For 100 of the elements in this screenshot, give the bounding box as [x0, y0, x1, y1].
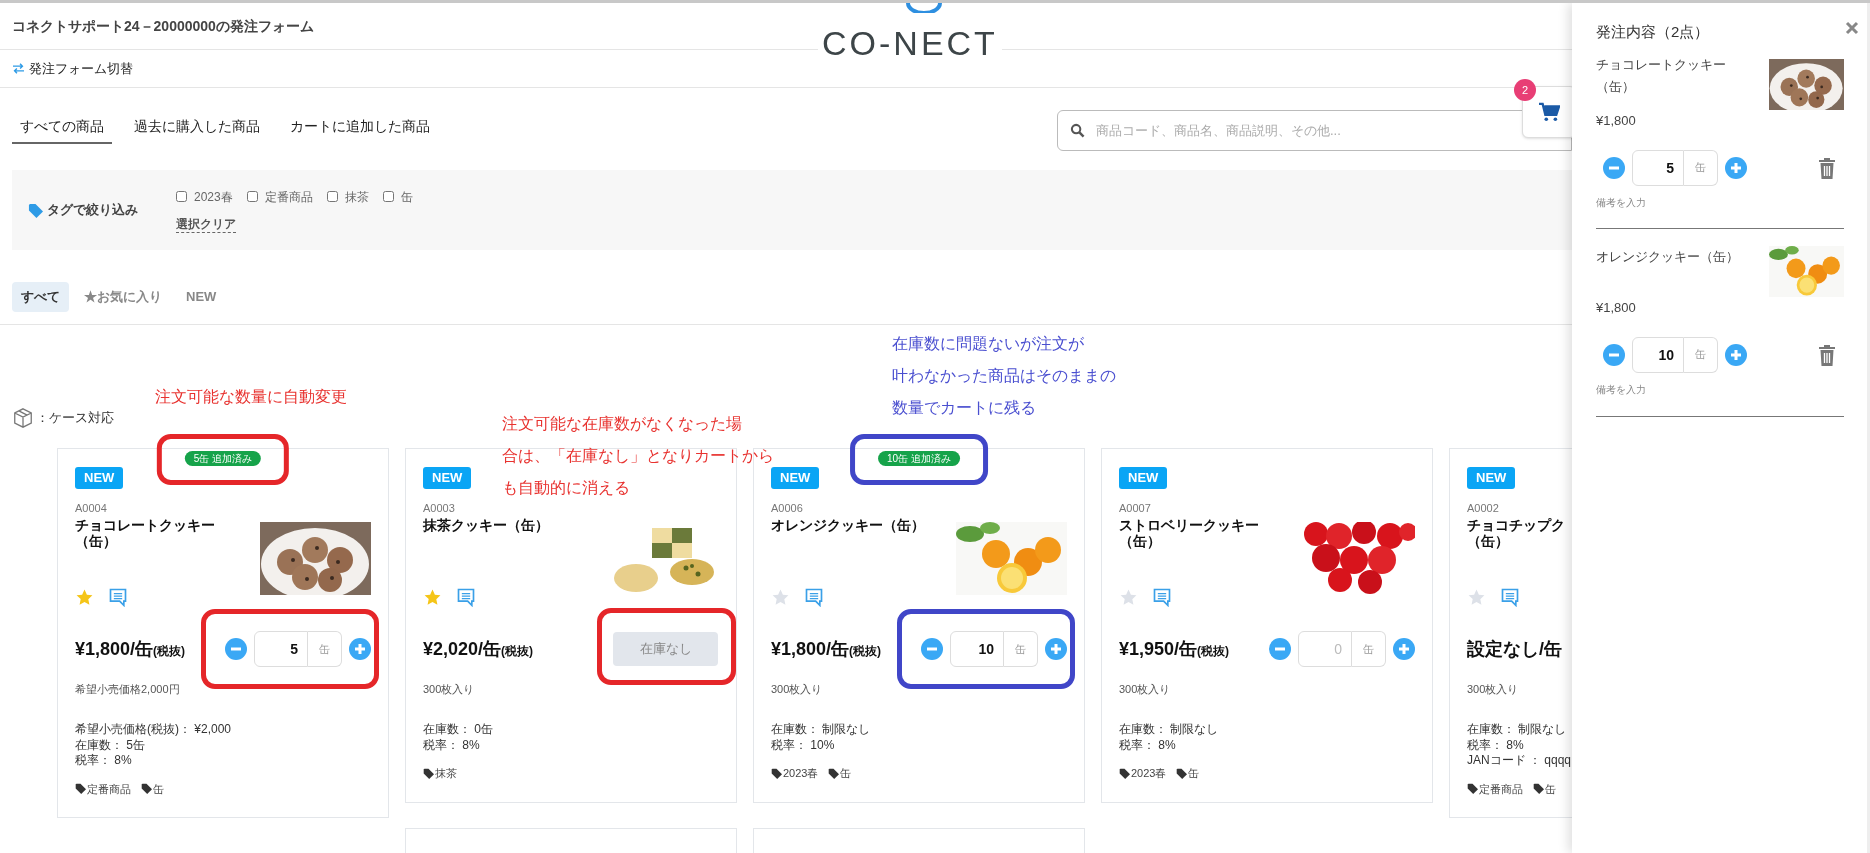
- note-field[interactable]: 備考を入力: [1596, 382, 1796, 397]
- plus-button[interactable]: [1725, 343, 1747, 366]
- tab[interactable]: カートに追加した商品: [282, 110, 438, 144]
- tag-icon: [1467, 783, 1478, 795]
- product-detail: 在庫数： 制限なし: [1119, 722, 1219, 738]
- item-price: ¥1,800: [1596, 111, 1637, 130]
- minus-button[interactable]: [225, 638, 247, 660]
- product-tag: 定番商品: [87, 780, 131, 797]
- tag-checkbox[interactable]: [176, 191, 187, 202]
- product-name: オレンジクッキー（缶）: [771, 517, 925, 533]
- favorite-star-icon[interactable]: [771, 587, 790, 607]
- product-price: ¥1,800/缶: [771, 638, 850, 659]
- quantity-field[interactable]: 5: [1632, 149, 1684, 186]
- favorite-star-icon[interactable]: [75, 587, 94, 607]
- filter-tab[interactable]: NEW: [177, 282, 226, 312]
- annotation-text: 注文可能な数量に自動変更: [155, 387, 347, 407]
- quantity-field[interactable]: 5: [254, 631, 308, 667]
- product-detail: 在庫数： 5缶: [75, 737, 145, 753]
- comment-icon[interactable]: [804, 587, 824, 607]
- product-description: 300枚入り: [1119, 682, 1172, 696]
- favorite-star-icon[interactable]: [423, 587, 442, 607]
- product-tag: 缶: [153, 780, 164, 797]
- product-detail: 税率： 8%: [1119, 737, 1176, 753]
- plus-button[interactable]: [1393, 638, 1415, 660]
- product-tag: 2023春: [1131, 765, 1167, 782]
- unit-label: 缶: [1684, 149, 1718, 186]
- cart-icon: [1538, 102, 1560, 122]
- product-name: 抹茶クッキー（缶）: [423, 517, 549, 533]
- minus-button[interactable]: [1603, 156, 1625, 179]
- comment-icon[interactable]: [108, 587, 128, 607]
- minus-button[interactable]: [1269, 638, 1291, 660]
- search-icon: [1070, 123, 1085, 138]
- product-detail: 税率： 8%: [75, 753, 132, 769]
- box-icon: [12, 407, 34, 429]
- favorite-star-icon[interactable]: [1119, 587, 1138, 607]
- new-badge: NEW: [1119, 467, 1168, 489]
- filter-tab[interactable]: ★お気に入り: [75, 282, 171, 312]
- checkbox-label: 缶: [400, 188, 413, 206]
- checkbox-label: 定番商品: [264, 188, 313, 206]
- form-switch-link[interactable]: 発注フォーム切替: [12, 58, 133, 79]
- legend-text: ：ケース対応: [36, 409, 114, 428]
- product-tag: 2023春: [783, 765, 819, 782]
- tag-icon: [1176, 767, 1188, 779]
- tag-icon: [771, 767, 782, 779]
- tag-icon: [1533, 783, 1544, 795]
- tax-note: (税抜): [501, 643, 534, 658]
- tag-checkbox[interactable]: [382, 191, 394, 202]
- tag-icon: [1119, 767, 1130, 779]
- product-price: ¥2,020/缶: [423, 638, 502, 659]
- tab[interactable]: すべての商品: [12, 110, 112, 144]
- tax-note: (税抜): [1197, 643, 1230, 658]
- tag-checkbox[interactable]: [326, 191, 338, 202]
- item-price: ¥1,800: [1596, 298, 1637, 317]
- quantity-field[interactable]: 0: [1298, 631, 1352, 667]
- product-tag: 缶: [1545, 780, 1556, 797]
- tag-icon: [28, 202, 43, 218]
- cart-button[interactable]: [1522, 86, 1572, 138]
- tab[interactable]: 過去に購入した商品: [126, 110, 268, 144]
- comment-icon[interactable]: [456, 587, 476, 607]
- page-title: コネクトサポート24－20000000の発注フォーム: [12, 16, 314, 36]
- product-detail: 在庫数： 制限なし: [771, 722, 871, 738]
- product-code: A0006: [771, 501, 804, 515]
- favorite-star-icon[interactable]: [1467, 587, 1486, 607]
- product-detail: JANコード ： qqqq: [1467, 753, 1572, 769]
- new-badge: NEW: [1467, 467, 1516, 489]
- product-code: A0004: [75, 501, 108, 515]
- checkbox-label: 抹茶: [344, 188, 369, 206]
- close-icon[interactable]: [1845, 21, 1859, 35]
- item-name: チョコレートクッキー（缶）: [1596, 55, 1727, 96]
- delete-icon[interactable]: [1818, 156, 1836, 179]
- product-detail: 税率： 8%: [423, 737, 480, 753]
- product-code: A0007: [1119, 501, 1152, 515]
- filter-label: タグで絞り込み: [47, 201, 138, 220]
- minus-button[interactable]: [1603, 343, 1625, 366]
- clear-selection-link[interactable]: 選択クリア: [176, 215, 236, 233]
- minus-button[interactable]: [921, 638, 943, 660]
- product-price: ¥1,950/缶: [1119, 638, 1198, 659]
- plus-button[interactable]: [349, 638, 371, 660]
- search-field[interactable]: 商品コード、商品名、商品説明、その他...: [1057, 110, 1572, 151]
- quantity-field[interactable]: 10: [950, 631, 1004, 667]
- product-detail: 在庫数： 0缶: [423, 722, 493, 738]
- quantity-field[interactable]: 10: [1632, 336, 1684, 373]
- filter-tab[interactable]: すべて: [12, 282, 69, 312]
- plus-button[interactable]: [1725, 156, 1747, 179]
- product-detail: 税率： 10%: [771, 737, 835, 753]
- logo-arc-icon: [904, 3, 944, 13]
- comment-icon[interactable]: [1500, 587, 1520, 607]
- product-code: A0003: [423, 501, 456, 515]
- swap-icon: [12, 63, 25, 74]
- added-badge: 5缶 追加済み: [184, 451, 262, 466]
- tag-checkbox[interactable]: [246, 191, 258, 202]
- plus-button[interactable]: [1045, 638, 1067, 660]
- cart-count-badge: 2: [1514, 79, 1536, 101]
- unit-label: 缶: [1352, 631, 1386, 667]
- note-field[interactable]: 備考を入力: [1596, 195, 1796, 210]
- delete-icon[interactable]: [1818, 343, 1836, 366]
- product-name: ストロベリークッキー （缶）: [1119, 517, 1259, 549]
- checkbox-label: 2023春: [194, 188, 233, 206]
- product-tag: 缶: [840, 765, 852, 782]
- comment-icon[interactable]: [1152, 587, 1172, 607]
